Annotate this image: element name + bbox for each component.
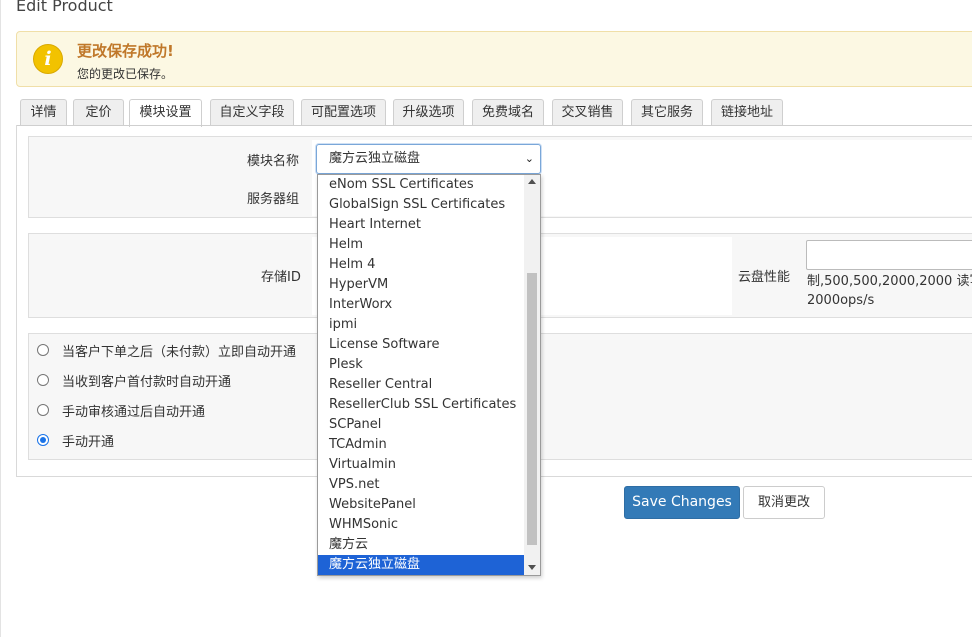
tab-other-services[interactable]: 其它服务 xyxy=(631,99,703,126)
tab-free-domain[interactable]: 免费域名 xyxy=(472,99,544,126)
dropdown-option[interactable]: HyperVM xyxy=(318,275,524,295)
module-select-value: 魔方云独立磁盘 xyxy=(329,151,421,166)
alert-message: 您的更改已保存。 xyxy=(77,67,174,81)
dropdown-option[interactable]: WebsitePanel xyxy=(318,495,524,515)
tab-links[interactable]: 链接地址 xyxy=(711,99,783,126)
dropdown-option[interactable]: VPS.net xyxy=(318,475,524,495)
radio-label: 手动审核通过后自动开通 xyxy=(62,405,206,420)
dropdown-option[interactable]: SCPanel xyxy=(318,415,524,435)
chevron-down-icon: ⌄ xyxy=(524,152,534,165)
dropdown-option[interactable]: InterWorx xyxy=(318,295,524,315)
module-dropdown-list[interactable]: eNom SSL Certificates GlobalSign SSL Cert… xyxy=(317,174,541,576)
dropdown-option[interactable]: eNom SSL Certificates xyxy=(318,175,524,195)
cloud-perf-description: 制,500,500,2000,2000 读写 2000ops/s xyxy=(807,272,972,310)
dropdown-option[interactable]: TCAdmin xyxy=(318,435,524,455)
dropdown-scrollbar[interactable] xyxy=(524,175,540,575)
cloud-perf-line-1: 制,500,500,2000,2000 读写 xyxy=(807,274,972,289)
dropdown-option[interactable]: GlobalSign SSL Certificates xyxy=(318,195,524,215)
tab-configurable-options[interactable]: 可配置选项 xyxy=(301,99,386,126)
dropdown-option[interactable]: ipmi xyxy=(318,315,524,335)
radio-label: 手动开通 xyxy=(62,435,115,450)
page-title: Edit Product xyxy=(16,0,113,15)
radio-auto-on-payment[interactable] xyxy=(37,374,49,386)
tab-module-settings[interactable]: 模块设置 xyxy=(129,99,202,127)
info-icon: i xyxy=(33,44,63,74)
module-name-label: 模块名称 xyxy=(247,154,300,169)
save-changes-button[interactable]: Save Changes xyxy=(624,486,740,519)
tab-details[interactable]: 详情 xyxy=(20,99,67,126)
dropdown-option[interactable]: Reseller Central xyxy=(318,375,524,395)
dropdown-option[interactable]: WHMSonic xyxy=(318,515,524,535)
cloud-perf-input[interactable] xyxy=(806,240,972,270)
dropdown-option[interactable]: 魔方云 xyxy=(318,535,524,555)
tab-custom-fields[interactable]: 自定义字段 xyxy=(210,99,294,126)
cancel-changes-button[interactable]: 取消更改 xyxy=(743,486,825,519)
tab-pricing[interactable]: 定价 xyxy=(73,99,124,126)
dropdown-option[interactable]: Helm xyxy=(318,235,524,255)
page-left-border xyxy=(0,0,1,637)
scroll-up-arrow-icon[interactable] xyxy=(528,179,536,184)
dropdown-option[interactable]: 魔方云独立磁盘 xyxy=(318,555,524,575)
dropdown-option[interactable]: License Software xyxy=(318,335,524,355)
dropdown-option[interactable]: Heart Internet xyxy=(318,215,524,235)
radio-label: 当客户下单之后（未付款）立即自动开通 xyxy=(62,345,297,360)
success-alert: i 更改保存成功! 您的更改已保存。 xyxy=(16,31,972,87)
alert-title: 更改保存成功! xyxy=(77,42,174,60)
dropdown-option[interactable]: Virtualmin xyxy=(318,455,524,475)
radio-label: 当收到客户首付款时自动开通 xyxy=(62,375,232,390)
tab-upgrades[interactable]: 升级选项 xyxy=(393,99,464,126)
storage-id-label: 存储ID xyxy=(261,270,301,285)
dropdown-options: eNom SSL Certificates GlobalSign SSL Cert… xyxy=(318,175,524,575)
tab-cross-sells[interactable]: 交叉销售 xyxy=(552,99,623,126)
dropdown-option[interactable]: Helm 4 xyxy=(318,255,524,275)
radio-auto-on-approval[interactable] xyxy=(37,404,49,416)
dropdown-option[interactable]: Plesk xyxy=(318,355,524,375)
scroll-down-arrow-icon[interactable] xyxy=(528,565,536,570)
cloud-perf-label: 云盘性能 xyxy=(738,270,791,285)
radio-auto-on-order[interactable] xyxy=(37,344,49,356)
server-group-label: 服务器组 xyxy=(247,192,300,207)
module-select[interactable]: 魔方云独立磁盘 ⌄ xyxy=(316,144,541,174)
dropdown-option[interactable]: ResellerClub SSL Certificates xyxy=(318,395,524,415)
radio-manual[interactable] xyxy=(37,434,49,446)
scrollbar-thumb[interactable] xyxy=(527,273,537,545)
cloud-perf-line-2: 2000ops/s xyxy=(807,293,875,308)
